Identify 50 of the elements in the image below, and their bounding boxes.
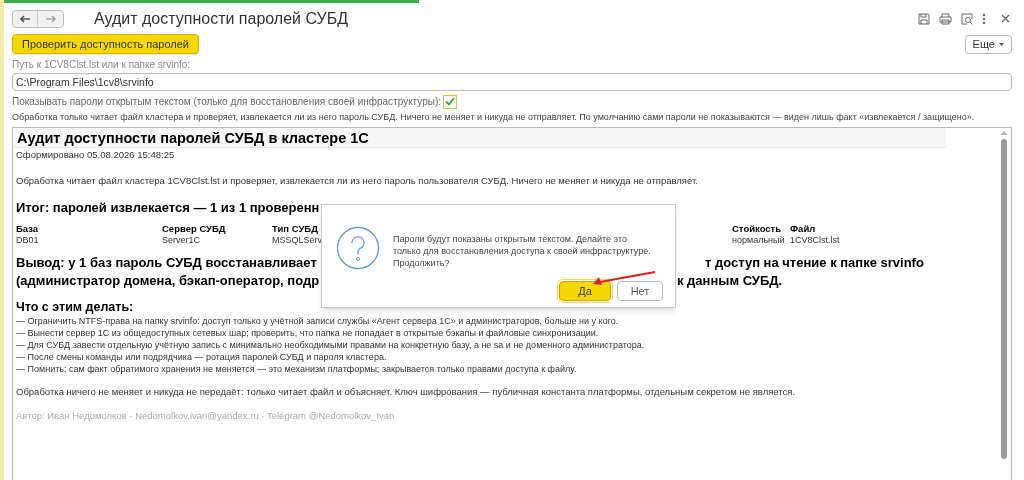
dialog-message: Пароли будут показаны открытым текстом. Делайте это только для восстановления доступа к своей инфраструктуре. Продолжить? (393, 233, 652, 269)
conclusion-text: Вывод: у 1 баз пароль СУБД восстанавливает (16, 254, 317, 272)
field-label: Путь к 1CV8Clst.lst или к папке srvinfo: (12, 58, 192, 72)
close-icon[interactable] (1001, 14, 1010, 23)
todo-heading: Что с этим делать: (16, 299, 135, 315)
save-icon[interactable] (918, 12, 930, 25)
todo-item: — Вынести сервер 1С из общедоступных сетевых шар; проверить, что папка не попадает в открытые бэкапы и файловые синхронизации. (16, 327, 600, 339)
path-field[interactable]: C:\Program Files\1cv8\srvinfo (12, 73, 1012, 91)
conclusion-text: (администратор домена, бэкап-оператор, подр (16, 272, 320, 290)
caret-icon (999, 42, 1004, 46)
table-cell-text: 1CV8Clst.lst (790, 234, 840, 247)
conclusion-text: к данным СУБД. (677, 272, 783, 290)
table-cell-text: нормальный (732, 234, 785, 247)
author-text: Автор: Иван Недомолков · Nedomolkov.ivan@yandex.ru · Telegram @Nedomolkov_Ivan (16, 409, 396, 424)
preview-icon[interactable] (961, 12, 973, 25)
scrollbar-thumb[interactable] (1001, 138, 1007, 459)
back-arrow-icon (20, 14, 30, 23)
table-cell-text: DB01 (16, 234, 39, 247)
column-header: Стойкость (732, 222, 782, 236)
conclusion-text: т доступ на чтение к папке srvinfo (705, 254, 924, 272)
todo-item: — После смены команды или подрядчика — ротация паролей СУБД и пароля кластера. (16, 351, 388, 363)
window-title: Аудит доступности паролей СУБД (94, 8, 348, 29)
intro-text: Обработка читает файл кластера 1CV8Clst.lst и проверяет, извлекается ли из него пароль пользователя СУБД. Ничего не меняет и никуда не отправляет. (16, 173, 699, 188)
column-header: Тип СУБД (272, 222, 318, 236)
print-icon[interactable] (939, 12, 952, 25)
forward-arrow-icon (45, 14, 56, 23)
question-icon (336, 226, 380, 270)
column-header: Файл (790, 222, 816, 236)
table-cell-text: MSSQLServ (272, 234, 322, 247)
show-passwords-checkbox[interactable] (443, 94, 458, 109)
annotation-arrow (592, 271, 656, 285)
table-cell-text: Server1C (162, 234, 200, 247)
column-header: База (16, 222, 39, 236)
scroll-up-icon[interactable] (1000, 129, 1008, 135)
more-button[interactable]: Еще (964, 34, 1012, 54)
check-passwords-button[interactable]: Проверить доступность паролей (12, 34, 199, 54)
yes-button[interactable]: Да (559, 281, 611, 301)
info-text: Обработка только читает файл кластера и проверяет, извлекается ли из него пароль СУБД. Ничего не меняет и никуда не отправляет. По умолчанию сами пароли не показываются — виден лишь факт «извлекается / защищено». (12, 111, 976, 124)
todo-item: — Помнить: сам факт обратимого хранения не меняется — это механизм платформы; закрывается только правами доступа к файлу. (16, 363, 578, 375)
todo-item: — Ограничить NTFS-права на папку srvinfo: доступ только у учётной записи службы «Агент сервера 1С» и администраторов, больше ни у кого. (16, 315, 620, 327)
check-icon (445, 97, 456, 106)
report-date: Сформировано 05.08.2026 15:48:25 (16, 147, 176, 162)
more-icon[interactable] (982, 12, 986, 25)
checkbox-label: Показывать пароли открытым текстом (только для восстановления своей инфраструктуры): (12, 95, 442, 109)
column-header: Сервер СУБД (162, 222, 226, 236)
closing-text: Обработка ничего не меняет и никуда не передаёт: только читает файл и объясняет. Ключ шифрования — публичная константа платформы, отдельным секретом не является. (16, 385, 797, 399)
todo-item: — Для СУБД завести отдельную учётную запись с минимально необходимыми правами на конкретную базу, а не sa и не доменного администратора. (16, 339, 646, 351)
summary-heading: Итог: паролей извлекается — 1 из 1 проверенн (16, 200, 321, 216)
no-button[interactable]: Нет (617, 281, 663, 301)
report-title: Аудит доступности паролей СУБД в кластере 1С (14, 127, 946, 148)
